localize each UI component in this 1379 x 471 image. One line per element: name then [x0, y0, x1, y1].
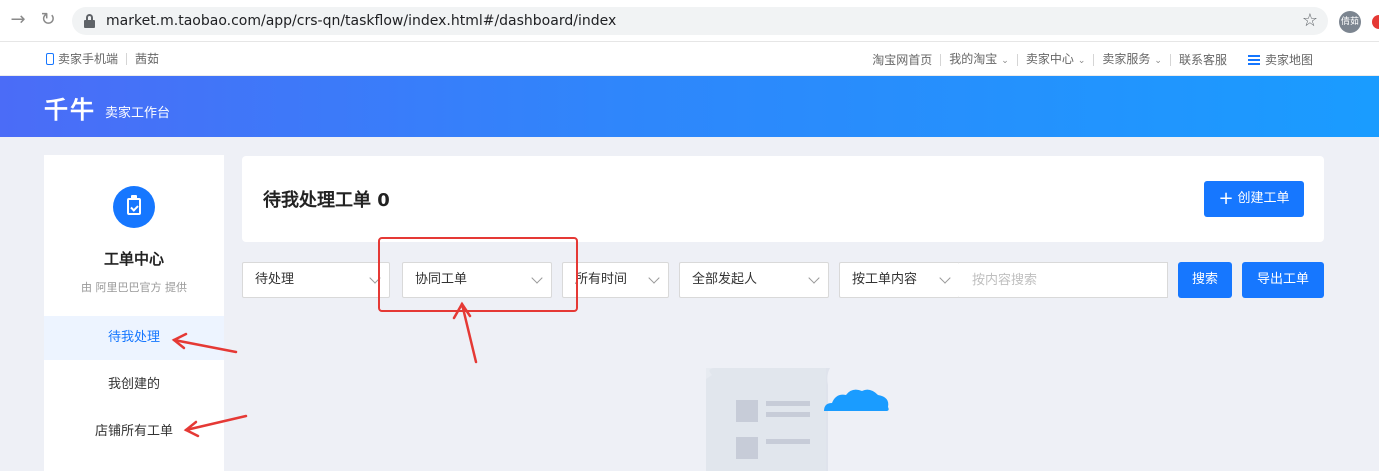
status-select[interactable]: 待处理 [242, 262, 390, 298]
chevron-down-icon: ⌄ [1001, 56, 1009, 66]
seller-center-menu[interactable]: 卖家中心 ⌄ [1026, 42, 1086, 78]
sidebar-provider: 由 阿里巴巴官方 提供 [81, 281, 187, 294]
initiator-select-value: 全部发起人 [692, 272, 758, 287]
seller-center-label: 卖家中心 [1025, 52, 1074, 66]
doc-line [766, 412, 810, 417]
seller-map-link[interactable]: 卖家地图 [1265, 43, 1313, 77]
lock-icon [84, 14, 95, 28]
clipboard-check-icon [127, 195, 141, 215]
chevron-down-icon [808, 272, 820, 284]
search-button[interactable]: 搜索 [1178, 262, 1232, 298]
create-ticket-button[interactable]: + 创建工单 [1204, 181, 1304, 217]
doc-line [766, 439, 810, 444]
doc-image-block [736, 400, 758, 422]
time-select-value: 所有时间 [575, 272, 628, 287]
cloud-icon [824, 389, 889, 411]
arrow-to-type-select [460, 302, 478, 364]
doc-line [766, 401, 810, 406]
address-bar[interactable]: market.m.taobao.com/app/crs-qn/taskflow/… [72, 7, 1328, 35]
export-tickets-button[interactable]: 导出工单 [1242, 262, 1324, 298]
search-input[interactable] [959, 262, 1168, 298]
header-subtitle: 卖家工作台 [105, 106, 171, 121]
time-select[interactable]: 所有时间 [562, 262, 669, 298]
my-taobao-label: 我的淘宝 [949, 52, 998, 66]
contact-service-link[interactable]: 联系客服 [1179, 43, 1227, 77]
site-topbar: 卖家手机端 茜茹 淘宝网首页 我的淘宝 ⌄ 卖家中心 ⌄ 卖家服务 ⌄ 联系客服 卖家… [0, 42, 1379, 76]
initiator-select[interactable]: 全部发起人 [679, 262, 829, 298]
empty-state-illustration [706, 368, 889, 471]
doc-image-block [736, 437, 758, 459]
seller-service-label: 卖家服务 [1102, 52, 1151, 66]
sidebar-title: 工单中心 [103, 250, 164, 268]
browser-toolbar: → ↻ market.m.taobao.com/app/crs-qn/taskf… [0, 0, 1379, 42]
my-taobao-menu[interactable]: 我的淘宝 ⌄ [949, 42, 1009, 78]
url-text[interactable]: market.m.taobao.com/app/crs-qn/taskflow/… [106, 7, 616, 35]
profile-avatar[interactable]: 倩茹 [1339, 11, 1361, 33]
title-card: 待我处理工单 0 + 创建工单 [242, 156, 1324, 242]
extension-icon[interactable] [1372, 15, 1379, 29]
chevron-down-icon: ⌄ [1154, 56, 1162, 66]
sidebar-item-all-shop-tickets[interactable]: 店铺所有工单 [44, 410, 224, 454]
page-title: 待我处理工单 0 [263, 190, 390, 211]
qianniu-logo[interactable]: 千牛 [44, 90, 96, 125]
chevron-down-icon: ⌄ [1077, 56, 1086, 66]
seller-mobile-link[interactable]: 卖家手机端 [58, 42, 118, 76]
bookmark-star-icon[interactable]: ☆ [1302, 10, 1318, 32]
ticket-center-badge [113, 186, 155, 228]
status-select-value: 待处理 [255, 272, 295, 287]
back-arrow-icon[interactable]: → [8, 10, 28, 30]
username-link[interactable]: 茜茹 [135, 42, 159, 76]
annotation-highlight-box [378, 237, 578, 312]
chevron-down-icon [648, 272, 660, 284]
chevron-down-icon [939, 272, 951, 284]
search-field-value: 按工单内容 [852, 272, 918, 287]
sidebar-item-created-by-me[interactable]: 我创建的 [44, 363, 224, 407]
app-header: 千牛 卖家工作台 [0, 76, 1379, 137]
sidebar-item-pending[interactable]: 待我处理 [44, 316, 224, 360]
sidebar: 工单中心 由 阿里巴巴官方 提供 待我处理 我创建的 店铺所有工单 [44, 155, 224, 471]
menu-icon [1247, 55, 1260, 65]
seller-service-menu[interactable]: 卖家服务 ⌄ [1102, 42, 1162, 78]
plus-icon: + [1218, 188, 1234, 209]
create-ticket-label: 创建工单 [1237, 191, 1290, 206]
reload-icon[interactable]: ↻ [38, 10, 58, 30]
search-field-select[interactable]: 按工单内容 [839, 262, 960, 298]
taobao-home-link[interactable]: 淘宝网首页 [872, 43, 932, 77]
phone-icon [46, 53, 54, 65]
